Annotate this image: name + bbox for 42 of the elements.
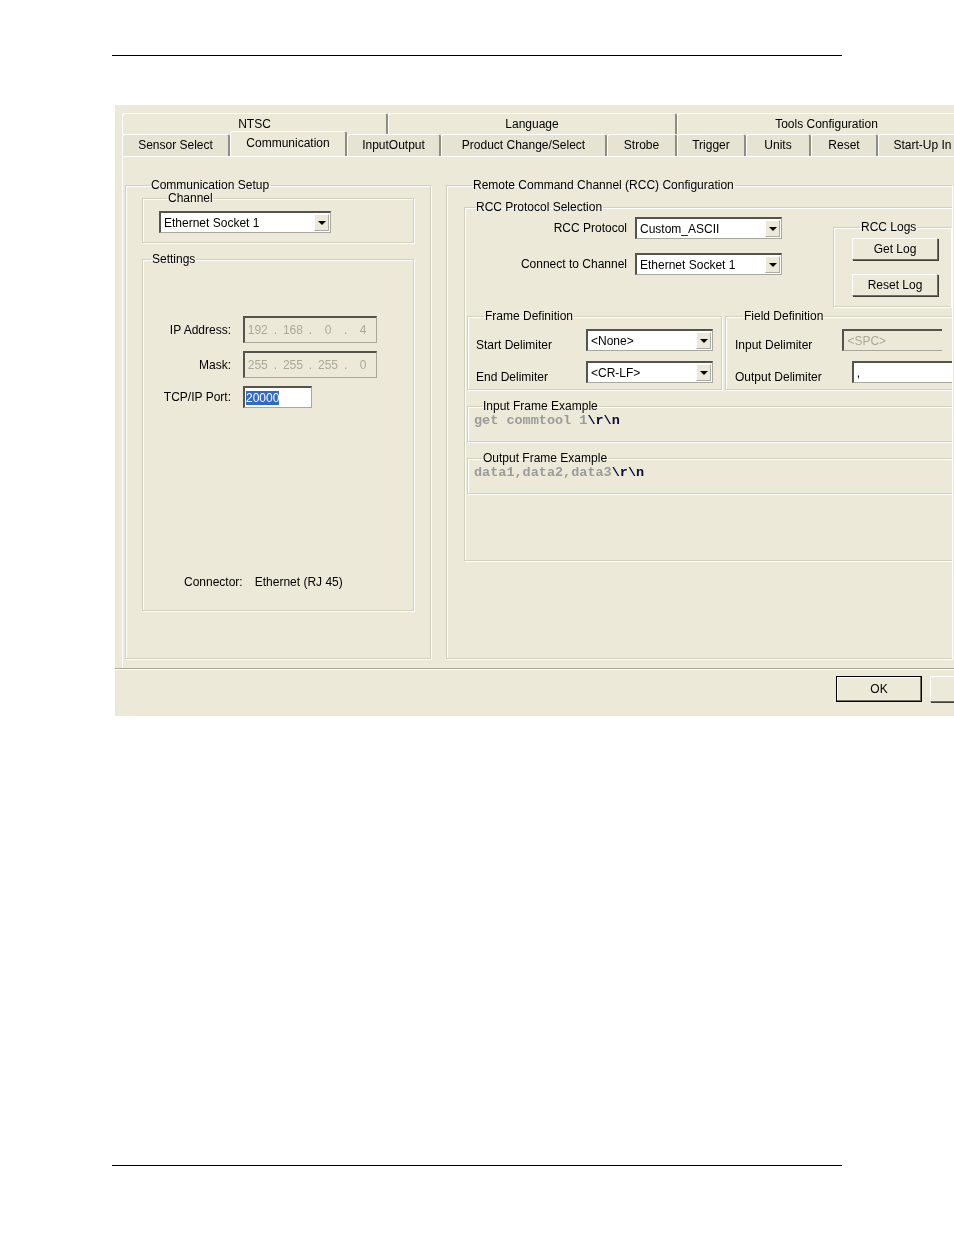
tab[interactable]: Strobe [607, 134, 677, 156]
field-label: TCP/IP Port: [162, 390, 231, 404]
field-label: RCC Protocol [552, 221, 627, 235]
field-label: End Delimiter [476, 369, 549, 384]
group-title: Channel [167, 192, 214, 205]
connector-label: Connector: [184, 575, 243, 589]
dropdown[interactable]: <None> [586, 329, 713, 351]
field-label: Mask: [198, 357, 231, 372]
dropdown[interactable]: <CR-LF> [586, 361, 713, 383]
dropdown[interactable]: Custom_ASCII [635, 217, 782, 239]
group-title: Remote Command Channel (RCC) Configuration [472, 179, 735, 192]
field-label: Input Delimiter [735, 337, 813, 352]
tab[interactable]: Units [746, 134, 811, 156]
group-title: Field Definition [743, 310, 825, 323]
group-title: Frame Definition [484, 310, 575, 323]
dropdown[interactable]: Ethernet Socket 1 [635, 253, 782, 275]
group-title: Input Frame Example [482, 400, 599, 413]
tab[interactable]: Trigger [677, 134, 746, 156]
group-title: Output Frame Example [482, 452, 609, 465]
tab[interactable]: Sensor Select [122, 134, 230, 156]
port-field[interactable]: 20000 [243, 386, 312, 408]
group-title: RCC Logs [860, 221, 918, 234]
field-label: Start Delimiter [476, 337, 552, 352]
log-button[interactable]: Get Log [852, 238, 938, 260]
group-title: Settings [151, 253, 197, 266]
field-label: IP Address: [168, 322, 231, 337]
group-title: RCC Protocol Selection [475, 201, 604, 214]
log-button[interactable]: Reset Log [852, 274, 938, 296]
tab[interactable]: Reset [811, 134, 878, 156]
dropdown[interactable]: , [851, 361, 952, 383]
field-label: Connect to Channel [519, 257, 627, 271]
channel-dropdown[interactable]: Ethernet Socket 1 [159, 211, 331, 233]
frame-example-text: get commtool 1\r\n [474, 413, 621, 429]
tab[interactable]: Start-Up In [878, 134, 954, 156]
tab[interactable]: Product Change/Select [441, 134, 607, 156]
frame-example-text: data1,data2,data3\r\n [474, 465, 646, 481]
connector-value: Ethernet (RJ 45) [254, 575, 343, 589]
tab[interactable]: InputOutput [347, 134, 441, 156]
group-title: Communication Setup [150, 179, 271, 192]
ok-button[interactable]: OK [836, 676, 922, 702]
field-label: Output Delimiter [735, 369, 822, 384]
tab[interactable]: Communication [230, 131, 347, 156]
